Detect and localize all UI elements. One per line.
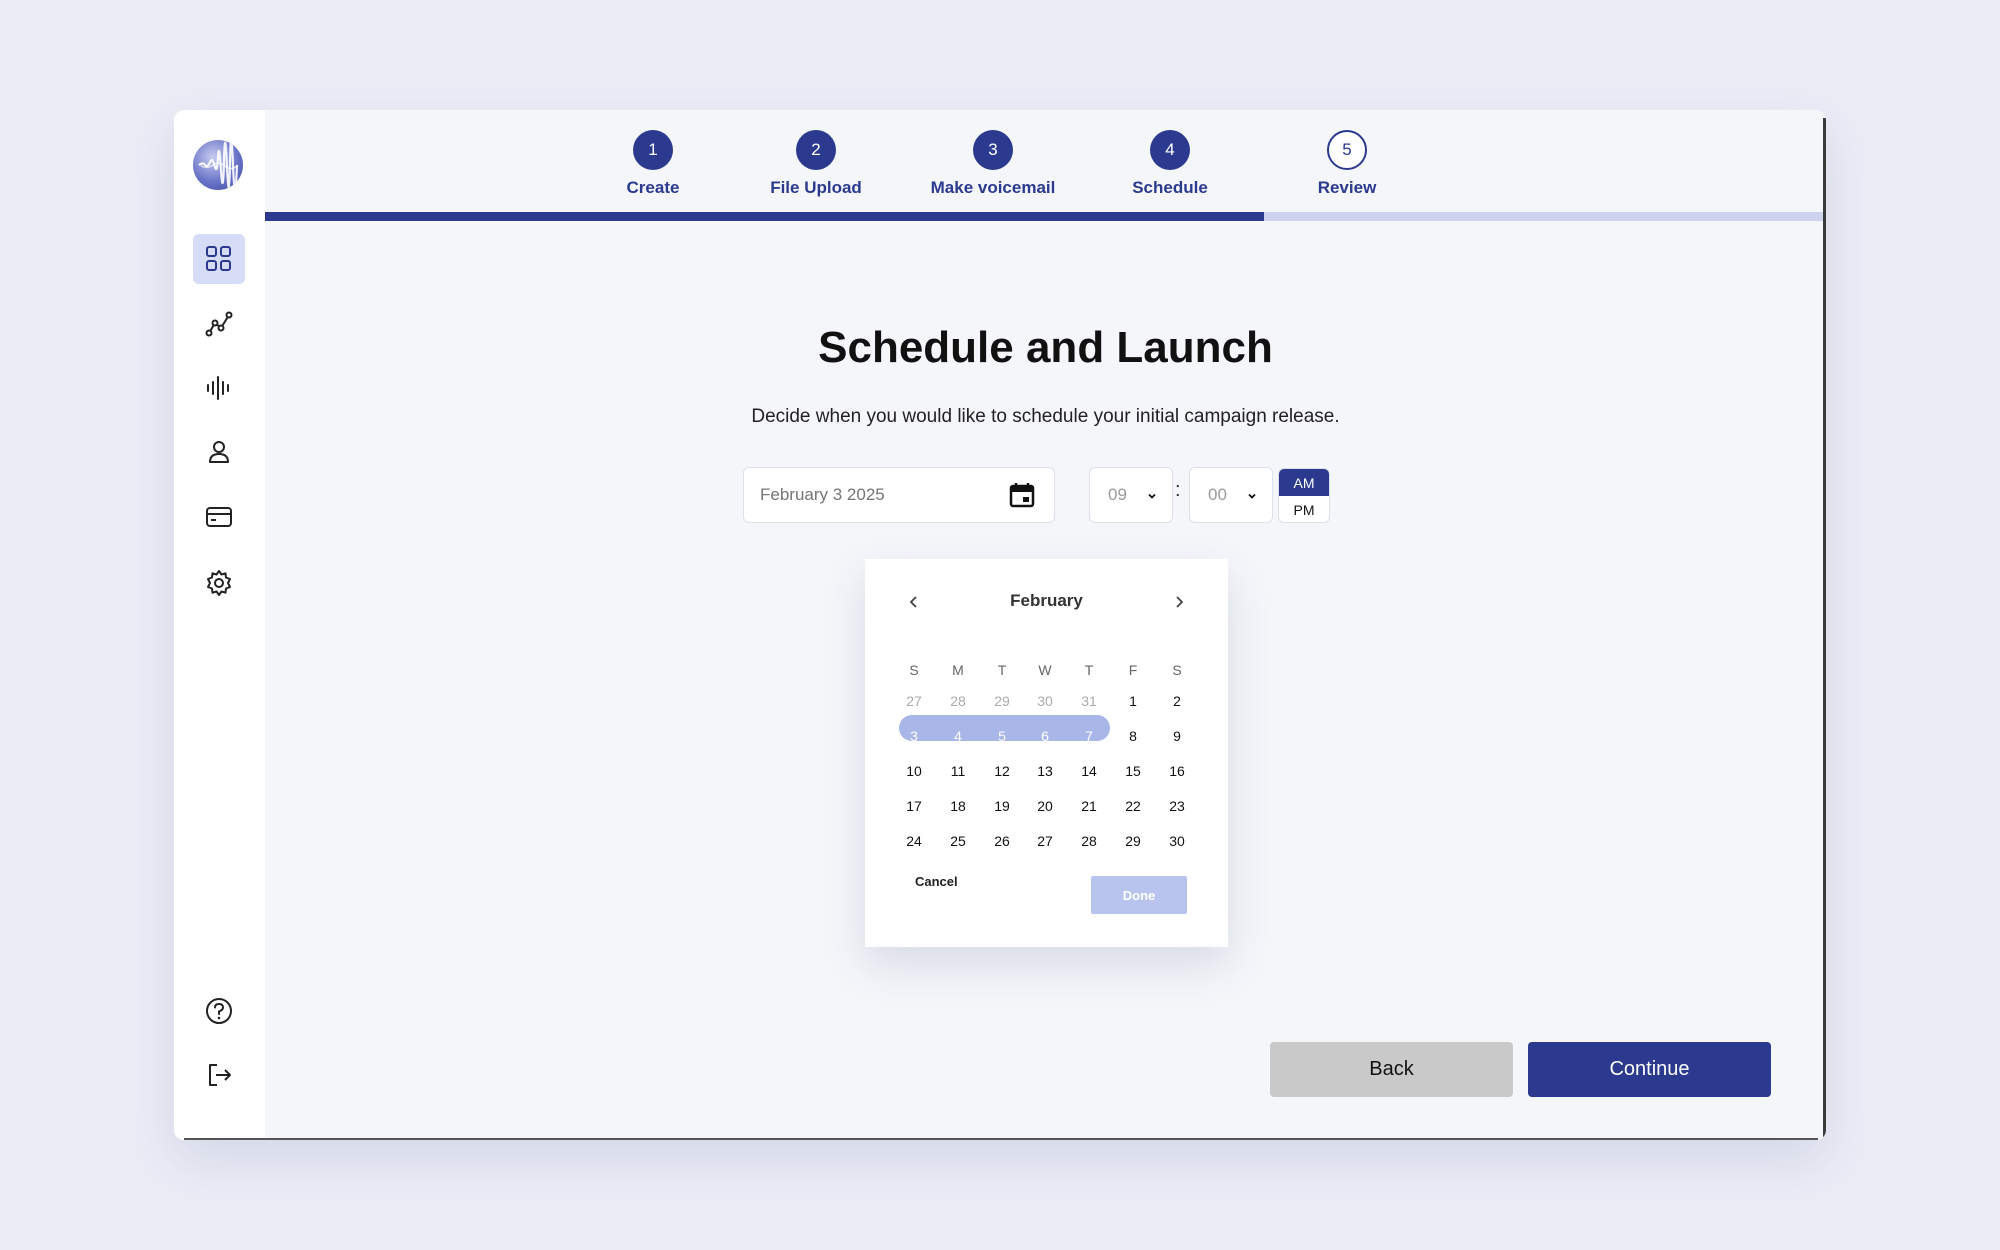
hour-select[interactable]: 09: [1089, 467, 1173, 523]
weekday-header: W: [1038, 662, 1052, 678]
done-button[interactable]: Done: [1091, 876, 1187, 914]
app-window: 1 Create 2 File Upload 3 Make voicemail …: [174, 110, 1826, 1140]
calendar-day[interactable]: 22: [1113, 798, 1153, 814]
calendar-day[interactable]: 10: [894, 763, 934, 779]
step-file-upload[interactable]: 2 File Upload: [716, 130, 916, 198]
continue-button[interactable]: Continue: [1528, 1042, 1771, 1097]
nav-logout[interactable]: [193, 1050, 245, 1100]
calendar-day[interactable]: 25: [938, 833, 978, 849]
step-number: 2: [796, 130, 836, 170]
calendar-day[interactable]: 12: [982, 763, 1022, 779]
nav-analytics[interactable]: [193, 299, 245, 349]
weekday-header: S: [1172, 662, 1182, 678]
calendar-day[interactable]: 17: [894, 798, 934, 814]
calendar-day[interactable]: 19: [982, 798, 1022, 814]
calendar-day[interactable]: 28: [938, 693, 978, 709]
calendar-day[interactable]: 9: [1157, 728, 1197, 744]
step-number: 3: [973, 130, 1013, 170]
date-input[interactable]: [760, 468, 990, 522]
calendar-day[interactable]: 16: [1157, 763, 1197, 779]
calendar-day[interactable]: 20: [1025, 798, 1065, 814]
calendar-day[interactable]: 27: [1025, 833, 1065, 849]
calendar-day[interactable]: 8: [1113, 728, 1153, 744]
weekday-header: S: [909, 662, 919, 678]
analytics-icon: [205, 311, 233, 337]
calendar-day[interactable]: 27: [894, 693, 934, 709]
nav-help[interactable]: [193, 986, 245, 1036]
voicemail-icon: [207, 376, 229, 400]
nav-voicemail[interactable]: [193, 363, 245, 413]
step-review[interactable]: 5 Review: [1247, 130, 1447, 198]
calendar-day[interactable]: 23: [1157, 798, 1197, 814]
calendar-day[interactable]: 21: [1069, 798, 1109, 814]
calendar-day[interactable]: 14: [1069, 763, 1109, 779]
date-field[interactable]: [743, 467, 1055, 523]
weekday-header: M: [952, 662, 964, 678]
chevron-down-icon: [1248, 493, 1256, 499]
calendar-day[interactable]: 6: [1025, 728, 1065, 744]
calendar-day[interactable]: 28: [1069, 833, 1109, 849]
calendar-day[interactable]: 7: [1069, 728, 1109, 744]
calendar-day[interactable]: 31: [1069, 693, 1109, 709]
calendar-day[interactable]: 4: [938, 728, 978, 744]
billing-icon: [206, 507, 232, 527]
calendar-day[interactable]: 18: [938, 798, 978, 814]
step-label: Make voicemail: [930, 178, 1056, 197]
page-subtitle: Decide when you would like to schedule y…: [751, 406, 1340, 427]
calendar-day[interactable]: 1: [1113, 693, 1153, 709]
logo: [193, 140, 243, 190]
progress-fill: [265, 212, 1265, 221]
step-number: 4: [1150, 130, 1190, 170]
weekday-header: F: [1128, 662, 1138, 678]
minute-select[interactable]: 00: [1189, 467, 1273, 523]
step-make-voicemail[interactable]: 3 Make voicemail: [893, 130, 1093, 198]
time-separator: :: [1175, 479, 1181, 501]
stepper: 1 Create 2 File Upload 3 Make voicemail …: [265, 110, 1826, 222]
calendar-day[interactable]: 15: [1113, 763, 1153, 779]
calendar-day[interactable]: 2: [1157, 693, 1197, 709]
calendar-day[interactable]: 3: [894, 728, 934, 744]
am-option[interactable]: AM: [1279, 469, 1329, 496]
progress-bar: [265, 212, 1826, 221]
calendar-icon[interactable]: [1008, 481, 1036, 509]
logout-icon: [209, 1064, 231, 1086]
divider: [184, 1138, 1818, 1140]
nav-billing[interactable]: [193, 492, 245, 542]
hour-value: 09: [1108, 485, 1127, 504]
weekday-header: T: [997, 662, 1007, 678]
calendar-day[interactable]: 11: [938, 763, 978, 779]
chevron-down-icon: [1148, 493, 1156, 499]
contacts-icon: [209, 441, 229, 463]
calendar-day[interactable]: 30: [1157, 833, 1197, 849]
calendar-day[interactable]: 29: [1113, 833, 1153, 849]
nav-settings[interactable]: [193, 558, 245, 608]
nav-dashboard[interactable]: [193, 234, 245, 284]
nav-contacts[interactable]: [193, 427, 245, 477]
calendar-day[interactable]: 5: [982, 728, 1022, 744]
calendar-day[interactable]: 13: [1025, 763, 1065, 779]
date-picker: February Cancel Done S M T W T F S 27 28 29 30 31 1 2…: [865, 559, 1228, 947]
sidebar: [174, 110, 265, 1140]
calendar-day[interactable]: 30: [1025, 693, 1065, 709]
back-button[interactable]: Back: [1270, 1042, 1513, 1097]
page-title: Schedule and Launch: [818, 323, 1273, 372]
calendar-day[interactable]: 24: [894, 833, 934, 849]
am-pm-toggle: AM PM: [1278, 468, 1330, 523]
step-number: 1: [633, 130, 673, 170]
step-label: Schedule: [1132, 178, 1208, 197]
pm-option[interactable]: PM: [1279, 496, 1329, 522]
chevron-right-icon[interactable]: [1171, 592, 1187, 612]
calendar-day[interactable]: 26: [982, 833, 1022, 849]
cancel-button[interactable]: Cancel: [915, 874, 958, 889]
step-label: File Upload: [770, 178, 862, 197]
step-number: 5: [1327, 130, 1367, 170]
step-schedule[interactable]: 4 Schedule: [1070, 130, 1270, 198]
help-icon: [206, 998, 232, 1024]
dashboard-icon: [206, 246, 231, 271]
calendar-day[interactable]: 29: [982, 693, 1022, 709]
settings-icon: [207, 570, 231, 596]
minute-value: 00: [1208, 485, 1227, 504]
step-label: Review: [1317, 178, 1377, 197]
weekday-header: T: [1084, 662, 1094, 678]
